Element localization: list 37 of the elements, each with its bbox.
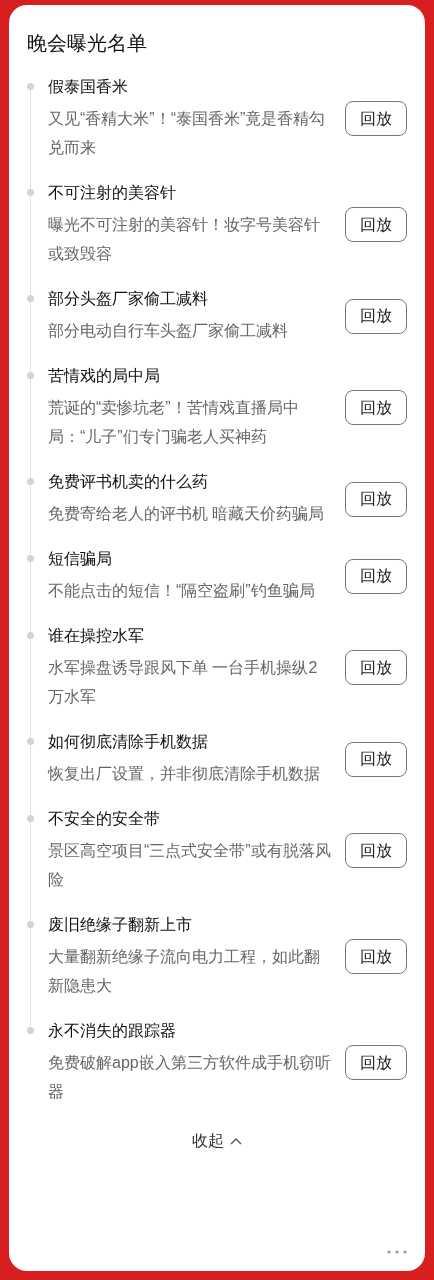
replay-button[interactable]: 回放 [345,298,407,334]
replay-button[interactable]: 回放 [345,481,407,517]
more-icon [387,1250,407,1254]
replay-button[interactable]: 回放 [345,207,407,242]
item-title[interactable]: 不安全的安全带 [48,807,160,831]
item-title[interactable]: 假泰国香米 [48,75,128,99]
item-description: 水军操盘诱导跟风下单 一台手机操纵2万水军 [48,658,319,707]
item-title[interactable]: 谁在操控水军 [48,624,144,648]
list-title: 晚会曝光名单 [27,31,147,56]
item-description: 又见“香精大米”！“泰国香米”竟是香精勾兑而来 [48,109,327,158]
item-description: 恢复出厂设置，并非彻底清除手机数据 [48,764,321,784]
item-title[interactable]: 不可注射的美容针 [48,181,176,205]
replay-button[interactable]: 回放 [345,650,407,685]
item-title[interactable]: 废旧绝缘子翻新上市 [48,913,192,937]
replay-button[interactable]: 回放 [345,741,407,777]
replay-button[interactable]: 回放 [345,939,407,974]
item-description: 大量翻新绝缘子流向电力工程，如此翻新隐患大 [48,947,321,996]
replay-button[interactable]: 回放 [345,1045,407,1080]
replay-button[interactable]: 回放 [345,101,407,136]
item-title[interactable]: 短信骗局 [48,547,112,571]
item-title[interactable]: 如何彻底清除手机数据 [48,730,208,754]
chevron-up-icon [230,1137,242,1145]
item-description: 免费寄给老人的评书机 暗藏天价药骗局 [48,504,326,524]
replay-button[interactable]: 回放 [345,833,407,868]
item-description: 荒诞的“卖惨坑老”！苦情戏直播局中局：“儿子”们专门骗老人买神药 [48,398,300,447]
item-title[interactable]: 部分头盔厂家偷工减料 [48,287,208,311]
item-description: 免费破解app嵌入第三方软件成手机窃听器 [48,1053,332,1102]
item-description: 景区高空项目“三点式安全带”或有脱落风险 [48,841,332,890]
collapse-button[interactable]: 收起 [192,1127,242,1155]
item-description: 部分电动自行车头盔厂家偷工减料 [48,321,289,341]
replay-button[interactable]: 回放 [345,558,407,594]
replay-button[interactable]: 回放 [345,390,407,425]
item-title[interactable]: 永不消失的跟踪器 [48,1019,176,1043]
item-description: 曝光不可注射的美容针！妆字号美容针或致毁容 [48,215,321,264]
item-title[interactable]: 苦情戏的局中局 [48,364,160,388]
item-title[interactable]: 免费评书机卖的什么药 [48,470,208,494]
item-description: 不能点击的短信！“隔空盗刷”钓鱼骗局 [48,581,316,601]
